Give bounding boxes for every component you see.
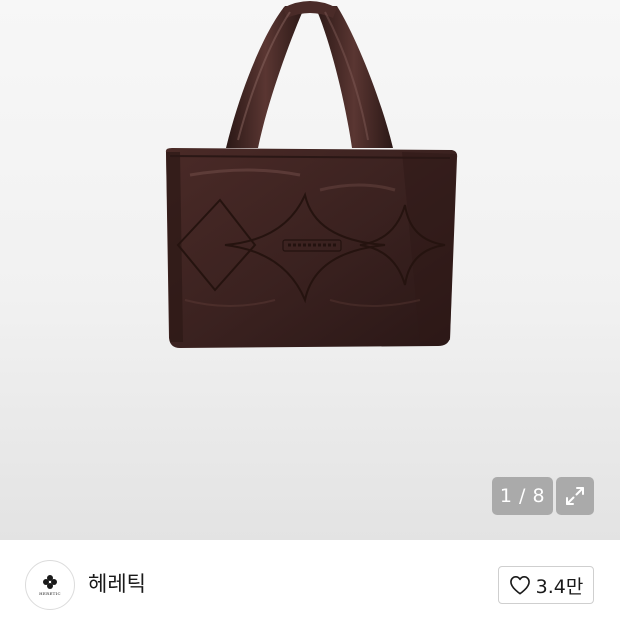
brand-name[interactable]: 헤레틱 [88,570,146,598]
brand-logo-text: HERETIC [39,591,61,596]
brand-logo[interactable]: HERETIC [25,560,75,610]
like-button[interactable]: 3.4만 [498,566,594,604]
product-image-gallery[interactable]: 1 / 8 [0,0,620,540]
product-image[interactable] [0,0,620,540]
heart-outline-icon [509,576,530,595]
fullscreen-button[interactable] [556,477,594,515]
expand-icon [566,487,584,505]
image-counter: 1 / 8 [492,477,553,515]
clover-icon [43,575,57,589]
like-count: 3.4만 [535,575,584,598]
